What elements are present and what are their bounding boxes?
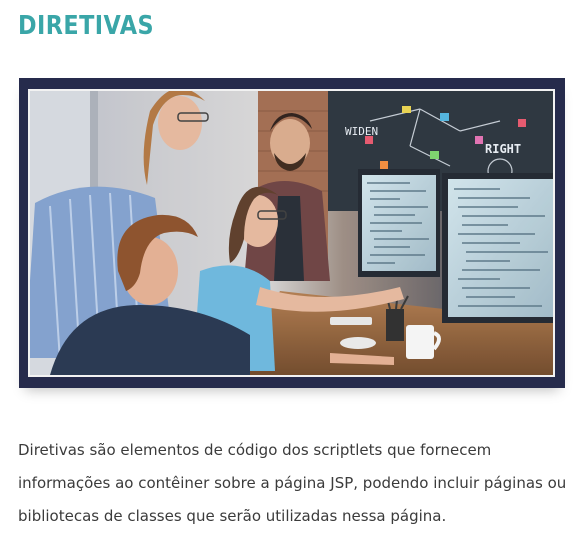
photo-frame: WIDEN RIGHT (28, 89, 555, 377)
illustration-figure: WIDEN RIGHT (19, 78, 565, 388)
section-title: DIRETIVAS (18, 11, 155, 41)
team-at-computers-photo: WIDEN RIGHT (30, 91, 553, 375)
body-paragraph: Diretivas são elementos de código dos sc… (18, 441, 567, 525)
